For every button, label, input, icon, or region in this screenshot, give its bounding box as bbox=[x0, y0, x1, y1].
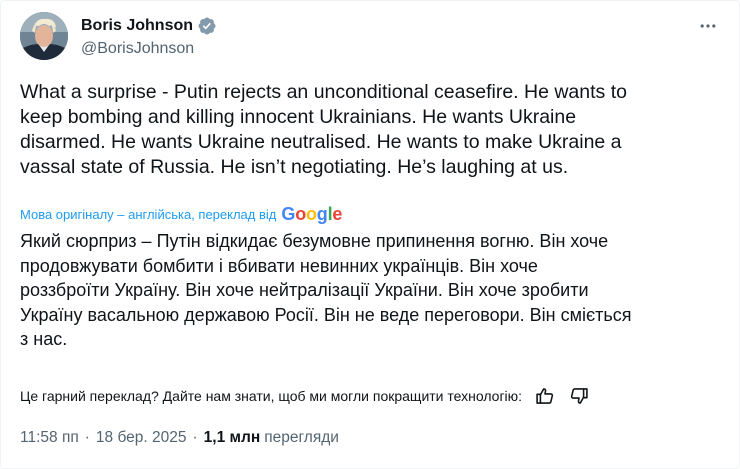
thumbs-down-button[interactable] bbox=[568, 385, 590, 407]
views-label: перегляди bbox=[264, 429, 339, 446]
meta-separator: · bbox=[84, 429, 90, 446]
translation-feedback-prompt: Це гарний переклад? Дайте нам знати, щоб… bbox=[20, 388, 523, 404]
thumbs-up-button[interactable] bbox=[534, 385, 556, 407]
tweet-header: Boris Johnson @BorisJohnson bbox=[20, 12, 720, 68]
google-logo: Google bbox=[281, 204, 342, 225]
google-logo-letter: e bbox=[332, 203, 343, 224]
google-logo-letter: o bbox=[295, 203, 306, 224]
verified-badge-icon[interactable] bbox=[197, 16, 217, 36]
meta-separator: · bbox=[192, 429, 198, 446]
google-logo-letter: G bbox=[281, 203, 296, 224]
author-handle[interactable]: @BorisJohnson bbox=[81, 40, 217, 58]
google-logo-letter: o bbox=[305, 203, 317, 224]
more-options-icon bbox=[700, 24, 716, 28]
translation-feedback: Це гарний переклад? Дайте нам знати, щоб… bbox=[20, 384, 720, 408]
more-options-button[interactable] bbox=[696, 14, 720, 38]
author-display-name[interactable]: Boris Johnson bbox=[81, 17, 193, 35]
google-logo-letter: g bbox=[316, 203, 328, 224]
thumbs-up-icon bbox=[536, 388, 554, 404]
translation-source-label: Мова оригіналу – англійська, переклад ві… bbox=[20, 206, 277, 222]
translated-tweet-text: Який сюрприз – Путін відкидає безумовне … bbox=[20, 231, 632, 349]
tweet-text: What a surprise - Putin rejects an uncon… bbox=[20, 81, 627, 178]
thumbs-down-icon bbox=[570, 388, 588, 404]
tweet-date[interactable]: 18 бер. 2025 bbox=[96, 429, 187, 447]
tweet-time[interactable]: 11:58 пп bbox=[20, 429, 79, 447]
views-count: 1,1 млн bbox=[203, 429, 261, 446]
avatar-portrait-icon bbox=[20, 12, 68, 60]
author-name-row: Boris Johnson bbox=[81, 15, 217, 37]
author-info: Boris Johnson @BorisJohnson bbox=[81, 15, 217, 58]
tweet-meta: 11:58 пп · 18 бер. 2025 · 1,1 млн перегл… bbox=[20, 427, 339, 449]
translation-source-link[interactable]: Мова оригіналу – англійська, переклад ві… bbox=[20, 203, 342, 225]
avatar[interactable] bbox=[20, 12, 68, 60]
